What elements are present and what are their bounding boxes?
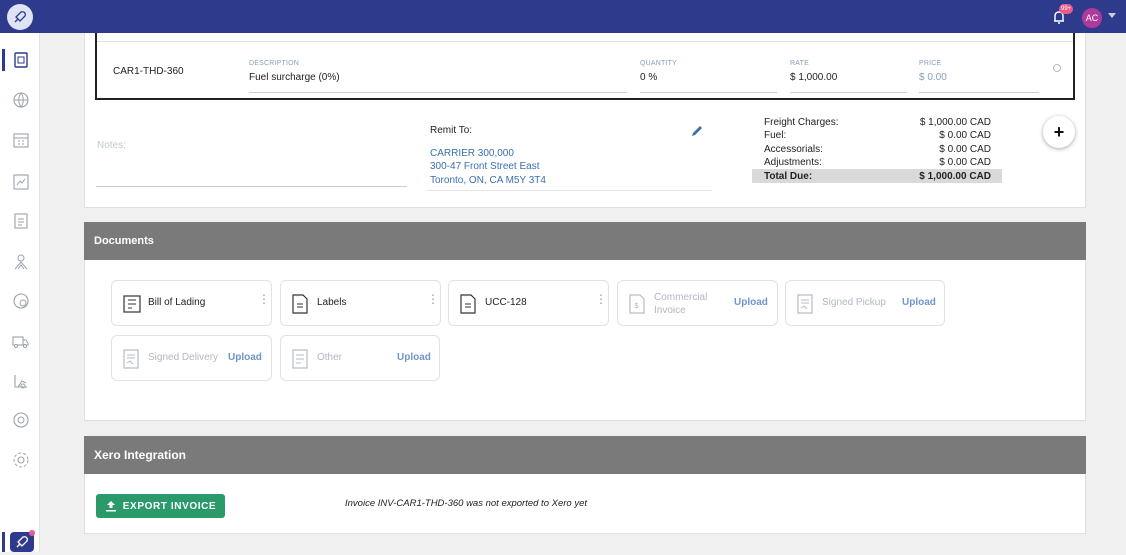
doc-label: Signed Delivery [148, 352, 219, 363]
xero-title: Xero Integration [94, 448, 187, 462]
quantity-label: QUANTITY [640, 60, 677, 67]
remit-underline [427, 190, 712, 191]
remit-line-3: Toronto, ON, CA M5Y 3T4 [430, 175, 546, 186]
sidebar-alert-dot [29, 530, 35, 536]
sidebar-active-indicator [2, 49, 5, 71]
upload-link[interactable]: Upload [228, 352, 262, 363]
remit-title: Remit To: [430, 125, 473, 136]
sidebar-item-support-icon[interactable] [12, 411, 30, 429]
doc-tile-commercial-invoice[interactable]: $ Commercial Invoice Upload [617, 280, 778, 326]
doc-label: Bill of Lading [148, 297, 206, 308]
rate-field[interactable]: $ 1,000.00 [790, 72, 837, 83]
accessorials-value: $ 0.00 CAD [939, 144, 991, 155]
sidebar-item-network-icon[interactable] [12, 253, 30, 271]
rate-underline [790, 92, 907, 93]
document-icon [291, 349, 309, 369]
sidebar-item-globe-icon[interactable] [12, 91, 30, 109]
file-icon [291, 294, 309, 314]
doc-label: Labels [317, 297, 347, 308]
doc-tile-labels[interactable]: Labels ⋮ [280, 280, 441, 326]
signed-document-icon [122, 349, 140, 369]
doc-tile-signed-delivery[interactable]: Signed Delivery Upload [111, 335, 272, 381]
quantity-field[interactable]: 0 % [640, 72, 657, 83]
more-vertical-icon[interactable]: ⋮ [595, 293, 607, 305]
upload-icon [105, 501, 116, 512]
fuel-value: $ 0.00 CAD [939, 130, 991, 141]
rocket-icon [7, 3, 33, 30]
invoice-file-icon: $ [628, 294, 646, 314]
add-button[interactable]: + [1043, 116, 1075, 148]
bill-of-lading-icon [122, 294, 141, 314]
notification-badge: 99+ [1059, 4, 1074, 14]
xero-status-text: Invoice INV-CAR1-THD-360 was not exporte… [345, 498, 587, 509]
upload-link[interactable]: Upload [397, 352, 431, 363]
pencil-icon[interactable] [690, 124, 704, 138]
description-underline [249, 92, 627, 93]
description-label: DESCRIPTION [249, 60, 300, 67]
notes-field[interactable]: Notes: [97, 140, 126, 151]
sidebar-item-truck-icon[interactable] [12, 332, 30, 350]
doc-label: Other [317, 352, 343, 363]
top-bar [0, 0, 1126, 33]
sidebar-item-chart-icon[interactable] [12, 173, 30, 191]
remit-line-2: 300-47 Front Street East [430, 161, 540, 172]
upload-link[interactable]: Upload [734, 297, 768, 308]
doc-tile-signed-pickup[interactable]: Signed Pickup Upload [785, 280, 945, 326]
doc-tile-ucc-128[interactable]: UCC-128 ⋮ [448, 280, 609, 326]
doc-tile-other[interactable]: Other Upload [280, 335, 440, 381]
notes-underline [96, 186, 407, 187]
documents-title: Documents [94, 235, 154, 247]
sidebar-active-indicator-bottom [2, 532, 5, 552]
remove-line-icon[interactable] [1053, 64, 1061, 72]
rate-label: RATE [790, 60, 809, 67]
price-underline [919, 92, 1039, 93]
description-field[interactable]: Fuel surcharge (0%) [249, 72, 340, 83]
freight-value: $ 1,000.00 CAD [919, 117, 991, 128]
doc-label: Signed Pickup [822, 297, 886, 308]
more-vertical-icon[interactable]: ⋮ [427, 293, 439, 305]
price-field: $ 0.00 [919, 72, 947, 83]
documents-header: Documents [84, 222, 1086, 260]
sidebar-item-settings-icon[interactable] [12, 451, 30, 469]
sidebar-item-invoices-icon[interactable] [12, 51, 30, 69]
sidebar-item-forklift-icon[interactable] [12, 372, 30, 390]
accessorials-label: Accessorials: [764, 144, 823, 155]
app-logo[interactable] [0, 0, 40, 33]
sidebar-item-document-icon[interactable] [12, 212, 30, 230]
doc-tile-bill-of-lading[interactable]: Bill of Lading ⋮ [111, 280, 272, 326]
doc-label: UCC-128 [485, 297, 527, 308]
adjustments-value: $ 0.00 CAD [939, 157, 991, 168]
sidebar-item-world-icon[interactable] [12, 292, 30, 310]
sidebar-item-calendar-icon[interactable] [12, 131, 30, 149]
svg-text:$: $ [634, 301, 639, 310]
total-due-value: $ 1,000.00 CAD [919, 171, 991, 182]
divider [97, 41, 1073, 42]
remit-line-1: CARRIER 300,000 [430, 148, 514, 159]
xero-header: Xero Integration [84, 436, 1086, 474]
doc-label: Commercial Invoice [654, 292, 708, 316]
quantity-underline [640, 92, 777, 93]
signed-document-icon [796, 294, 814, 314]
adjustments-label: Adjustments: [764, 157, 822, 168]
file-icon [459, 294, 477, 314]
line-item-code: CAR1-THD-360 [113, 66, 184, 77]
export-invoice-button[interactable]: EXPORT INVOICE [96, 494, 225, 518]
total-due-label: Total Due: [764, 171, 813, 182]
avatar[interactable]: AC [1082, 8, 1102, 28]
export-invoice-label: EXPORT INVOICE [122, 500, 217, 512]
fuel-label: Fuel: [764, 130, 787, 141]
more-vertical-icon[interactable]: ⋮ [258, 293, 270, 305]
chevron-down-icon[interactable] [1108, 13, 1116, 18]
price-label: PRICE [919, 60, 942, 67]
freight-label: Freight Charges: [764, 117, 839, 128]
upload-link[interactable]: Upload [902, 297, 936, 308]
